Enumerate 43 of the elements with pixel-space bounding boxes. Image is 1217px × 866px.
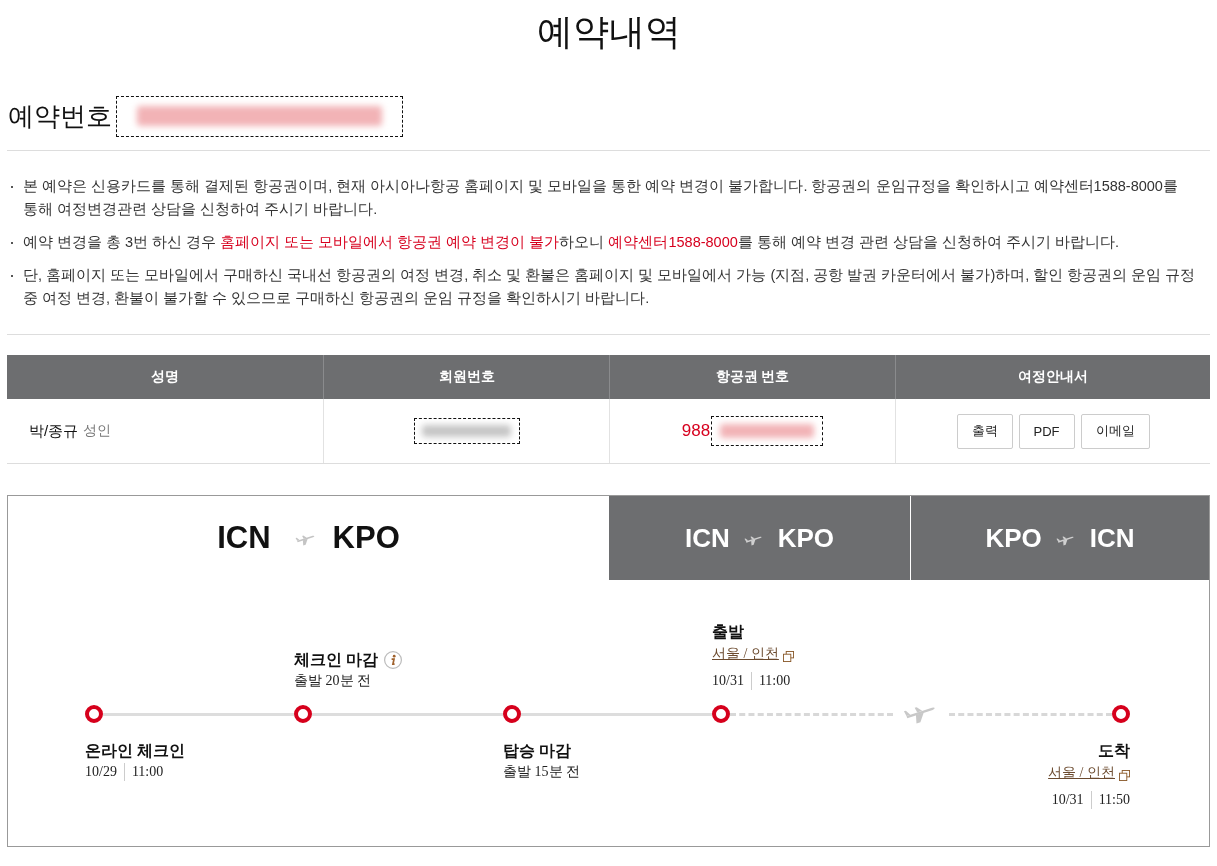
step-time: 11:50 bbox=[1090, 791, 1130, 809]
step-note: 출발 20분 전 bbox=[294, 672, 372, 690]
node-ring-icon bbox=[294, 705, 312, 723]
column-header: 여정안내서 bbox=[895, 355, 1210, 399]
step-title: 도착 bbox=[1098, 741, 1130, 761]
airplane-icon bbox=[1055, 534, 1076, 546]
city-link[interactable]: 서울 / 인천 bbox=[1048, 762, 1115, 784]
airplane-icon bbox=[294, 534, 317, 546]
step-time: 11:00 bbox=[750, 672, 791, 690]
column-header: 회원번호 bbox=[323, 355, 609, 399]
page-title: 예약내역 bbox=[535, 10, 682, 54]
column-header: 항공권 번호 bbox=[609, 355, 895, 399]
step-date: 10/31 bbox=[1051, 791, 1084, 809]
route-tab[interactable]: KPO ICN bbox=[910, 496, 1209, 580]
node-ring-icon bbox=[1112, 705, 1130, 723]
email-button[interactable]: 이메일 bbox=[1080, 413, 1150, 449]
ticket-number: 988 bbox=[681, 421, 711, 441]
pdf-button[interactable]: PDF bbox=[1018, 413, 1075, 449]
step-title: 온라인 체크인 bbox=[85, 741, 186, 761]
city-link[interactable]: 서울 / 인천 bbox=[712, 643, 779, 665]
print-button[interactable]: 출력 bbox=[956, 413, 1013, 449]
step-title: 출발 bbox=[712, 622, 744, 642]
reservation-number-label: 예약번호 bbox=[7, 99, 112, 133]
notice-text: 본 예약은 신용카드를 통해 결제된 항공권이며, 현재 아시아나항공 홈페이지 및 모바일을 통한 예약 변경이 불가합니다. 항공권의 운임규정을 확인하시고 예약센터1588-8000를 통해 여정변경관련 상담을 신청하여 주시기 바랍니다. bbox=[23, 177, 1179, 219]
notice-text: 예약 변경을 총 3번 하신 경우 홈페이지 또는 모바일에서 항공권 예약 변경이 불가하오니 예약센터1588-8000를 통해 예약 변경 관련 상담을 신청하여 주시기 바랍니다. bbox=[23, 233, 1121, 252]
step-note: 출발 15분 전 bbox=[503, 763, 581, 781]
passenger-name: 박/종규 bbox=[29, 421, 79, 441]
step-title: 체크인 마감 bbox=[294, 650, 379, 670]
route-tab[interactable]: ICN KPO bbox=[609, 496, 910, 580]
column-header: 성명 bbox=[7, 355, 323, 399]
node-ring-icon bbox=[712, 705, 730, 723]
step-time: 11:00 bbox=[123, 763, 164, 781]
passenger-type: 성인 bbox=[83, 422, 112, 440]
step-date: 10/31 bbox=[712, 672, 744, 690]
new-window-icon[interactable] bbox=[1119, 769, 1130, 781]
airplane-icon bbox=[743, 534, 764, 546]
notice-text: 단, 홈페이지 또는 모바일에서 구매하신 국내선 항공권의 여정 변경, 취소 및 환불은 홈페이지 및 모바일에서 가능 (지점, 공항 발권 카운터에서 불가)하며, 할인 항공권의 운임 규정 중 여정 변경, 환불이 불가할 수 있으므로 구매하신 항공권의 운임 규정을 확인하시기 바랍니다. bbox=[23, 266, 1197, 308]
new-window-icon[interactable] bbox=[782, 650, 794, 662]
node-ring-icon bbox=[503, 705, 521, 723]
step-title: 탑승 마감 bbox=[503, 741, 572, 761]
node-ring-icon bbox=[85, 705, 103, 723]
step-date: 10/29 bbox=[85, 763, 117, 781]
info-icon[interactable] bbox=[384, 651, 403, 669]
